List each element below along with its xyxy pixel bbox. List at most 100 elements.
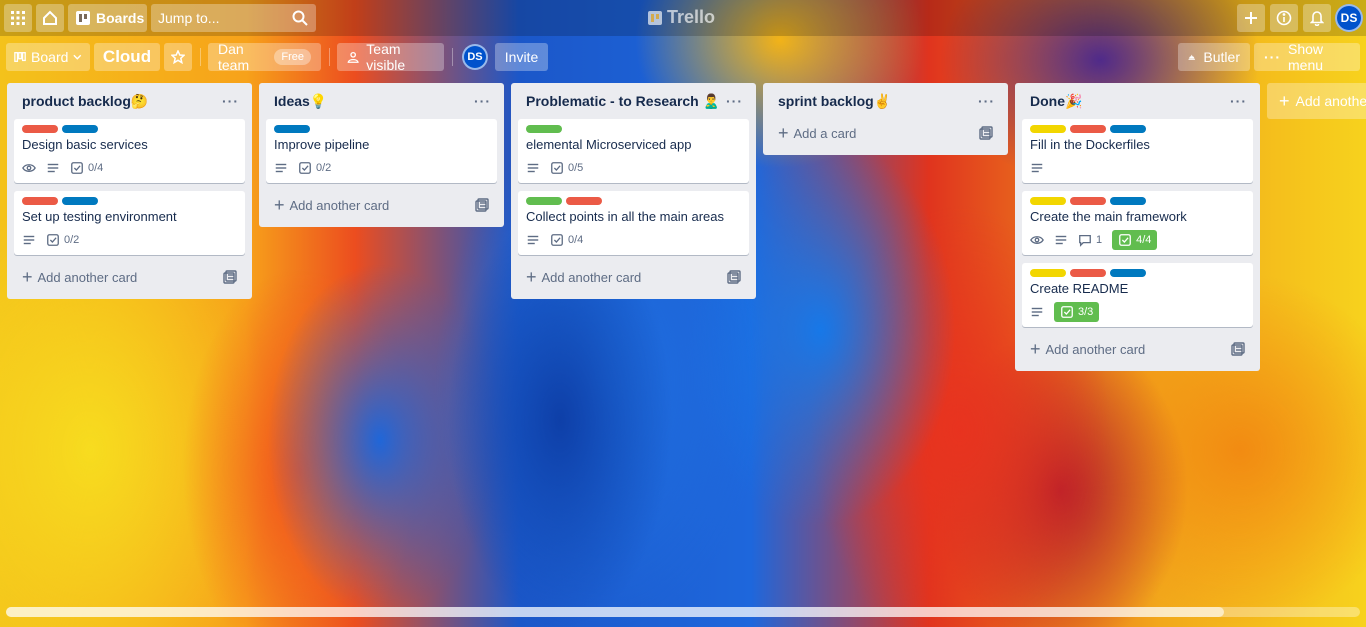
divider (452, 48, 453, 66)
list-menu-icon[interactable]: ··· (726, 93, 743, 109)
list-header[interactable]: Ideas💡 ··· (266, 83, 497, 119)
add-card-label: Add a card (793, 125, 857, 141)
checklist-count: 3/3 (1078, 306, 1094, 318)
create-button[interactable] (1237, 4, 1265, 32)
card-template-button[interactable] (223, 270, 237, 284)
board-name[interactable]: Cloud (94, 43, 160, 71)
card-label[interactable] (1030, 269, 1066, 277)
board-view-icon (14, 52, 26, 62)
description-badge (46, 161, 60, 175)
card-template-icon (1231, 342, 1245, 356)
description-badge (274, 161, 288, 175)
invite-button[interactable]: Invite (495, 43, 548, 71)
list-header[interactable]: sprint backlog✌️ ··· (770, 83, 1001, 119)
description-icon (23, 235, 35, 245)
boards-button[interactable]: Boards (68, 4, 147, 32)
card[interactable]: Improve pipeline 0/2 (266, 119, 497, 183)
add-card-button[interactable]: + Add another card (518, 263, 749, 291)
card-label[interactable] (1110, 125, 1146, 133)
card-label[interactable] (22, 197, 58, 205)
card-label[interactable] (1030, 125, 1066, 133)
checklist-badge: 3/3 (1054, 302, 1100, 322)
checklist-badge: 0/4 (70, 161, 103, 175)
list-title[interactable]: product backlog🤔 (22, 93, 148, 110)
card-label[interactable] (526, 197, 562, 205)
team-button[interactable]: Dan team Free (208, 41, 321, 73)
list-header[interactable]: Done🎉 ··· (1022, 83, 1253, 119)
apps-grid-icon (11, 11, 25, 25)
search-input[interactable]: Jump to... (151, 4, 316, 32)
trello-logo[interactable]: Trello (648, 7, 715, 28)
card-template-button[interactable] (727, 270, 741, 284)
card-label[interactable] (1110, 269, 1146, 277)
card-template-icon (979, 126, 993, 140)
user-avatar[interactable]: DS (1335, 4, 1363, 32)
list-title[interactable]: Ideas💡 (274, 93, 327, 110)
checklist-count: 0/4 (88, 162, 104, 174)
info-button[interactable] (1270, 4, 1298, 32)
card-template-button[interactable] (475, 198, 489, 212)
horizontal-scrollbar[interactable] (6, 607, 1360, 617)
card-badges: 0/2 (274, 159, 489, 177)
card-label[interactable] (1030, 197, 1066, 205)
card-template-icon (223, 270, 237, 284)
add-card-button[interactable]: + Add another card (14, 263, 245, 291)
home-button[interactable] (36, 4, 64, 32)
list-title[interactable]: Done🎉 (1030, 93, 1082, 110)
card[interactable]: Create README 3/3 (1022, 263, 1253, 327)
show-menu-button[interactable]: ··· Show menu (1254, 41, 1360, 73)
list: sprint backlog✌️ ··· + Add a card (763, 83, 1008, 155)
card[interactable]: Design basic services 0/4 (14, 119, 245, 183)
visibility-label: Team visible (366, 41, 406, 73)
apps-grid-button[interactable] (4, 4, 32, 32)
card-label[interactable] (1070, 269, 1106, 277)
list-menu-icon[interactable]: ··· (222, 93, 239, 109)
card[interactable]: Create the main framework 1 4/4 (1022, 191, 1253, 255)
card[interactable]: Fill in the Dockerfiles (1022, 119, 1253, 183)
search-placeholder: Jump to... (158, 10, 220, 26)
board-view-switcher[interactable]: Board (6, 43, 90, 71)
list-header[interactable]: product backlog🤔 ··· (14, 83, 245, 119)
card-label[interactable] (274, 125, 310, 133)
top-header: Boards Jump to... Trello DS (0, 0, 1366, 36)
card-label[interactable] (1070, 125, 1106, 133)
card[interactable]: Collect points in all the main areas 0/4 (518, 191, 749, 255)
star-button[interactable] (164, 43, 192, 71)
list: Ideas💡 ··· Improve pipeline 0/2 + Add another… (259, 83, 504, 227)
checklist-icon (299, 162, 311, 174)
list-menu-icon[interactable]: ··· (474, 93, 491, 109)
card-label[interactable] (1110, 197, 1146, 205)
search-icon (292, 10, 308, 26)
add-card-button[interactable]: + Add another card (1022, 335, 1253, 363)
card-template-button[interactable] (1231, 342, 1245, 356)
card-label[interactable] (566, 197, 602, 205)
card-label[interactable] (22, 125, 58, 133)
divider (200, 48, 201, 66)
card-title: Create README (1030, 281, 1129, 296)
list-menu-icon[interactable]: ··· (1230, 93, 1247, 109)
notifications-button[interactable] (1303, 4, 1331, 32)
list-title[interactable]: sprint backlog✌️ (778, 93, 891, 110)
card[interactable]: Set up testing environment 0/2 (14, 191, 245, 255)
add-card-button[interactable]: + Add a card (770, 119, 1001, 147)
visibility-button[interactable]: Team visible (337, 41, 444, 73)
card-label[interactable] (62, 197, 98, 205)
member-avatar[interactable]: DS (462, 44, 488, 70)
add-card-button[interactable]: + Add another card (266, 191, 497, 219)
star-icon (171, 50, 185, 64)
add-list-button[interactable]: + Add another list (1267, 83, 1366, 119)
butler-button[interactable]: Butler (1178, 43, 1250, 71)
card-label[interactable] (62, 125, 98, 133)
list-menu-icon[interactable]: ··· (978, 93, 995, 109)
description-icon (1031, 307, 1043, 317)
card[interactable]: elemental Microserviced app 0/5 (518, 119, 749, 183)
card-label[interactable] (1070, 197, 1106, 205)
card-label[interactable] (526, 125, 562, 133)
card-template-icon (475, 198, 489, 212)
list-title[interactable]: Problematic - to Research 🙎‍♂️ (526, 93, 720, 110)
show-menu-label: Show menu (1288, 41, 1324, 73)
card-template-button[interactable] (979, 126, 993, 140)
list-header[interactable]: Problematic - to Research 🙎‍♂️ ··· (518, 83, 749, 119)
scrollbar-thumb[interactable] (6, 607, 1224, 617)
add-card-label: Add another card (289, 197, 390, 213)
